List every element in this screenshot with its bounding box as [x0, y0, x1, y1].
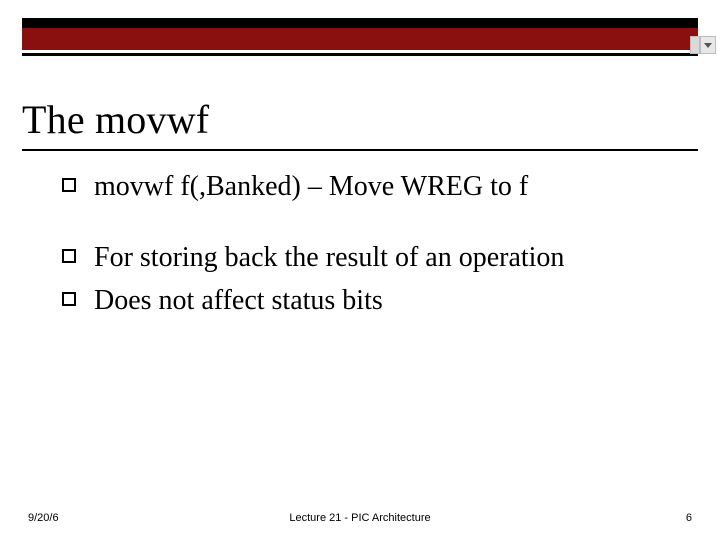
bullet-item: Does not affect status bits [62, 283, 672, 318]
bar-black-thick [22, 18, 698, 28]
footer: 9/20/6 Lecture 21 - PIC Architecture 6 [0, 512, 720, 524]
scrollbar-fragment [690, 36, 716, 54]
title-area: The movwf [22, 96, 698, 151]
footer-page-number: 6 [686, 512, 692, 524]
square-bullet-icon [62, 249, 76, 263]
content-area: movwf f(,Banked) – Move WREG to f For st… [62, 169, 672, 318]
bullet-text: For storing back the result of an operat… [94, 240, 564, 275]
spacer [62, 212, 672, 240]
chevron-down-icon [704, 41, 712, 49]
bar-black-thin [22, 53, 698, 56]
scrollbar-track [690, 36, 700, 54]
square-bullet-icon [62, 292, 76, 306]
square-bullet-icon [62, 178, 76, 192]
bullet-item: movwf f(,Banked) – Move WREG to f [62, 169, 672, 204]
bar-maroon [22, 28, 698, 50]
footer-lecture-title: Lecture 21 - PIC Architecture [289, 512, 430, 524]
slide-title: The movwf [22, 96, 698, 143]
bullet-item: For storing back the result of an operat… [62, 240, 672, 275]
slide: The movwf movwf f(,Banked) – Move WREG t… [0, 0, 720, 540]
scroll-down-button[interactable] [700, 36, 716, 54]
bullet-text: movwf f(,Banked) – Move WREG to f [94, 169, 528, 204]
bullet-text: Does not affect status bits [94, 283, 383, 318]
decorative-top-bars [0, 0, 720, 56]
footer-date: 9/20/6 [28, 512, 59, 524]
